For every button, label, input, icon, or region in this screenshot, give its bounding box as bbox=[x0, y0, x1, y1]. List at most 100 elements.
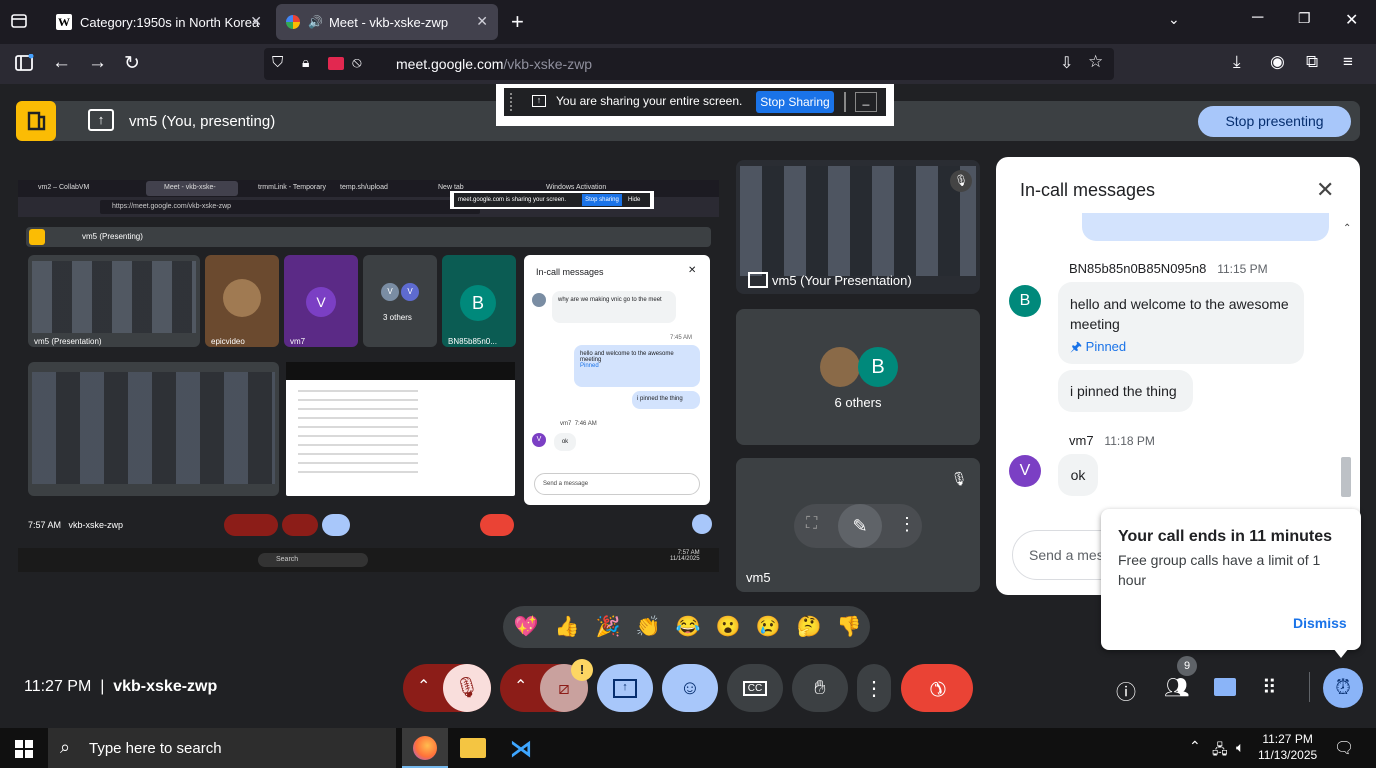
tab-close-icon[interactable]: ✕ bbox=[250, 13, 262, 30]
message-time: 11:15 PM bbox=[1217, 262, 1268, 276]
tab-wikipedia[interactable]: W Category:1950s in North Korea ✕ bbox=[46, 4, 272, 40]
reload-icon[interactable]: ↻ bbox=[124, 52, 140, 75]
close-window-icon[interactable]: ✕ bbox=[1345, 10, 1358, 30]
reaction-thumbs-down[interactable]: 👎 bbox=[833, 614, 865, 639]
url-text[interactable]: meet.google.com/vkb-xske-zwp bbox=[396, 56, 592, 72]
taskbar-clock[interactable]: 11:27 PM 11/13/2025 bbox=[1258, 731, 1317, 763]
tray-chevron-icon[interactable]: ⌃ bbox=[1189, 738, 1201, 755]
mic-options-chevron-icon[interactable]: ⌃ bbox=[417, 676, 430, 696]
mini-tile-others: V V 3 others bbox=[363, 255, 437, 347]
mic-off-button[interactable]: 🎙︎ bbox=[443, 664, 491, 712]
alarm-clock-icon[interactable]: ⏰︎ bbox=[1323, 668, 1363, 708]
windows-start-icon[interactable] bbox=[15, 740, 33, 763]
mini-taskbar-search: Search bbox=[258, 553, 368, 567]
volume-icon[interactable]: 🔈︎ bbox=[1236, 739, 1244, 756]
stop-presenting-button[interactable]: Stop presenting bbox=[1198, 106, 1351, 137]
screen-share-indicator-icon[interactable] bbox=[328, 57, 344, 70]
hide-notice-button[interactable]: _ bbox=[855, 92, 877, 112]
reaction-thinking[interactable]: 🤔 bbox=[793, 614, 825, 639]
reaction-joy[interactable]: 😂 bbox=[672, 614, 704, 639]
vscode-icon[interactable]: ⋊ bbox=[510, 736, 532, 762]
mini-tile-label: vm5 (Presentation) bbox=[34, 337, 102, 346]
people-count-badge: 9 bbox=[1177, 656, 1197, 676]
people-icon[interactable]: 👥︎ bbox=[1164, 675, 1189, 700]
reaction-crying[interactable]: 😢 bbox=[752, 614, 784, 639]
downloads-icon[interactable]: ⤓ bbox=[1233, 52, 1241, 72]
reactions-button[interactable]: ☺ bbox=[662, 664, 718, 712]
captions-button[interactable]: CC bbox=[727, 664, 783, 712]
taskbar-search-box[interactable]: ⌕ Type here to search bbox=[48, 728, 396, 768]
notifications-icon[interactable]: 🗨︎ bbox=[1334, 738, 1354, 758]
stop-sharing-button[interactable]: Stop Sharing bbox=[756, 91, 834, 113]
mini-mic-control bbox=[224, 514, 278, 536]
url-bar[interactable]: ⛉ 🔒︎ ⦸ meet.google.com/vkb-xske-zwp ⇩ ☆ bbox=[264, 48, 1114, 80]
reaction-surprised[interactable]: 😮 bbox=[712, 614, 744, 639]
tab-title: Category:1950s in North Korea bbox=[80, 14, 260, 30]
mini-thumbnail bbox=[32, 372, 275, 484]
lock-icon[interactable]: 🔒︎ bbox=[302, 54, 309, 71]
account-icon[interactable]: ◉ bbox=[1270, 52, 1285, 72]
mini-code: vkb-xske-zwp bbox=[68, 520, 124, 530]
mini-tab: trmmLink - Temporary bbox=[258, 184, 326, 191]
tile-presentation[interactable]: 🎙︎ vm5 (Your Presentation) bbox=[736, 160, 980, 294]
message-sender: BN85b85n0B85N095n8 11:15 PM bbox=[1069, 261, 1268, 276]
hangup-icon: ✆ bbox=[922, 673, 951, 702]
chat-scrollbar[interactable]: ⌃ bbox=[1341, 223, 1351, 507]
edit-background-icon[interactable]: ✎ bbox=[838, 504, 882, 548]
mini-sender: vm7 7:46 AM bbox=[560, 421, 597, 427]
bookmark-star-icon[interactable]: ☆ bbox=[1088, 52, 1103, 72]
scroll-up-icon[interactable]: ⌃ bbox=[1343, 223, 1351, 234]
message-bubble: i pinned the thing bbox=[1058, 370, 1193, 412]
file-explorer-icon[interactable] bbox=[460, 738, 486, 758]
back-icon[interactable]: ← bbox=[52, 52, 71, 74]
mini-bubble: i pinned the thing bbox=[632, 391, 700, 409]
camera-blocked-icon[interactable]: ⦸ bbox=[352, 54, 362, 71]
reaction-party-popper[interactable]: 🎉 bbox=[592, 614, 624, 639]
drag-handle-icon[interactable] bbox=[510, 93, 514, 111]
shield-icon[interactable]: ⛉ bbox=[272, 54, 283, 71]
tab-close-icon[interactable]: ✕ bbox=[476, 13, 488, 30]
sender-avatar: V bbox=[1009, 455, 1041, 487]
forward-icon[interactable]: → bbox=[88, 52, 107, 74]
tab-title: Meet - vkb-xske-zwp bbox=[328, 14, 449, 30]
install-app-icon[interactable]: ⇩ bbox=[1060, 53, 1073, 73]
chevron-down-icon[interactable]: ⌄ bbox=[1168, 11, 1180, 28]
mini-taskbar-clock: 7:57 AM 11/14/2025 bbox=[670, 550, 700, 562]
extensions-icon[interactable]: ⧉ bbox=[1306, 52, 1318, 72]
present-button[interactable]: ↑ bbox=[597, 664, 653, 712]
mini-alarm-control bbox=[692, 514, 712, 534]
reaction-sparkling-heart[interactable]: 💖 bbox=[510, 614, 542, 639]
sidebar-toggle-icon[interactable] bbox=[14, 53, 34, 77]
minimize-icon[interactable]: ─ bbox=[1252, 9, 1263, 27]
more-options-button[interactable]: ⋮ bbox=[857, 664, 891, 712]
network-icon[interactable]: 🖧︎ bbox=[1212, 739, 1228, 763]
dismiss-button[interactable]: Dismiss bbox=[1293, 615, 1347, 631]
meeting-details-icon[interactable]: ⓘ bbox=[1116, 676, 1136, 705]
leave-call-button[interactable]: ✆ bbox=[901, 664, 973, 712]
tab-list-icon[interactable] bbox=[10, 12, 28, 35]
reaction-thumbs-up[interactable]: 👍 bbox=[551, 614, 583, 639]
tile-others[interactable]: B 6 others bbox=[736, 309, 980, 445]
others-avatar: B bbox=[858, 347, 898, 387]
new-tab-button[interactable]: + bbox=[511, 9, 524, 35]
scrollbar-thumb[interactable] bbox=[1341, 457, 1351, 497]
activities-icon[interactable]: ⠿ bbox=[1262, 675, 1277, 700]
chat-icon[interactable] bbox=[1214, 678, 1236, 696]
camera-options-chevron-icon[interactable]: ⌃ bbox=[514, 676, 527, 696]
menu-icon[interactable]: ≡ bbox=[1343, 52, 1353, 72]
raise-hand-button[interactable]: ✋︎ bbox=[792, 664, 848, 712]
tile-self[interactable]: 🎙︎ ⛶ ✎ ⋮ vm5 bbox=[736, 458, 980, 592]
reaction-clapping[interactable]: 👏 bbox=[632, 614, 664, 639]
restore-icon[interactable]: ❐ bbox=[1298, 10, 1311, 27]
speaker-icon[interactable]: 🔊 bbox=[308, 15, 323, 29]
taskbar-firefox[interactable] bbox=[402, 728, 448, 768]
others-avatar-photo bbox=[820, 347, 860, 387]
mini-presenting-label: vm5 (Presenting) bbox=[82, 232, 143, 241]
mini-tile-bn85: B BN85b85n0... bbox=[442, 255, 516, 347]
tab-meet[interactable]: 🔊 Meet - vkb-xske-zwp ✕ bbox=[276, 4, 498, 40]
frame-person-icon[interactable]: ⛶ bbox=[806, 515, 817, 533]
firefox-icon bbox=[413, 736, 437, 760]
more-options-icon[interactable]: ⋮ bbox=[898, 514, 916, 535]
close-chat-icon[interactable]: ✕ bbox=[1316, 177, 1334, 203]
sender-avatar: B bbox=[1009, 285, 1041, 317]
